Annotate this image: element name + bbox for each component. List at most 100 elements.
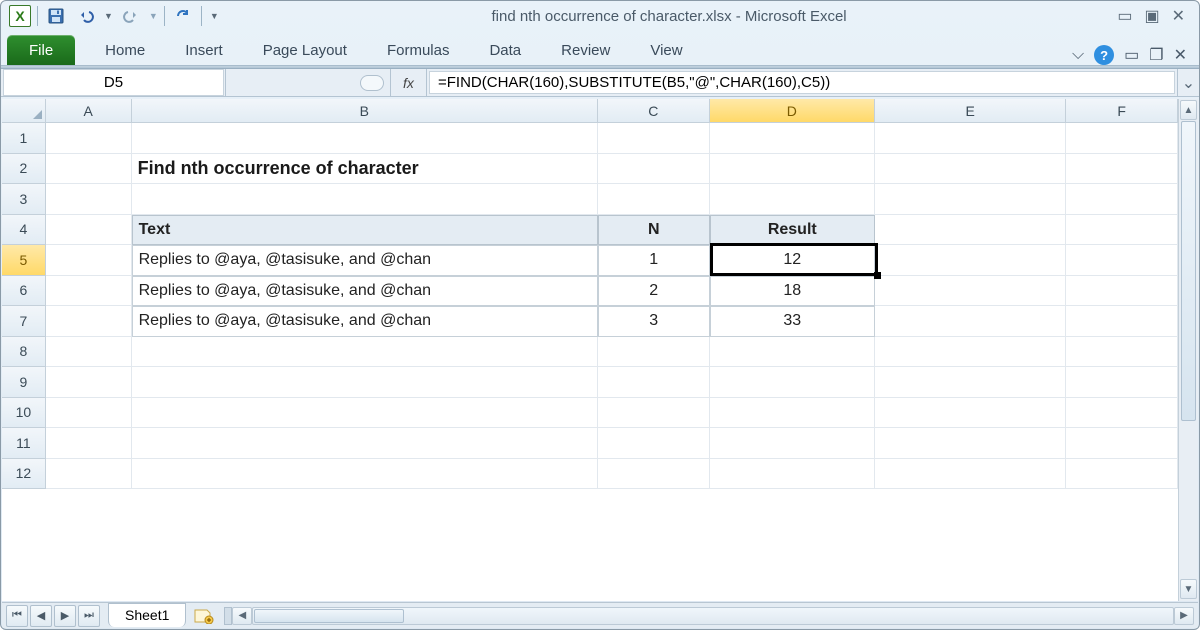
- cell-B6[interactable]: Replies to @aya, @tasisuke, and @chan: [132, 276, 598, 307]
- cell-F11[interactable]: [1066, 428, 1178, 459]
- sheet-nav-first-icon[interactable]: ⏮: [6, 605, 28, 627]
- formula-expand-icon[interactable]: ⌄: [1177, 69, 1199, 96]
- cell-D10[interactable]: [710, 398, 875, 429]
- cell-B10[interactable]: [132, 398, 598, 429]
- cell-D2[interactable]: [710, 154, 875, 185]
- fx-label[interactable]: fx: [391, 69, 427, 96]
- scroll-left-icon[interactable]: ◀: [232, 607, 252, 625]
- cell-F3[interactable]: [1066, 184, 1178, 215]
- row-header[interactable]: 8: [2, 337, 46, 368]
- cell-D3[interactable]: [710, 184, 875, 215]
- cell-D5[interactable]: 12: [710, 245, 875, 276]
- cell-D4[interactable]: Result: [710, 215, 875, 246]
- cell-A9[interactable]: [46, 367, 132, 398]
- cell-A1[interactable]: [46, 123, 132, 154]
- row-header[interactable]: 5: [2, 245, 46, 276]
- cell-B9[interactable]: [132, 367, 598, 398]
- cell-E9[interactable]: [875, 367, 1066, 398]
- row-header[interactable]: 2: [2, 154, 46, 185]
- col-header-a[interactable]: A: [46, 99, 132, 122]
- workbook-close-icon[interactable]: ✕: [1174, 45, 1187, 65]
- scroll-up-icon[interactable]: ▲: [1180, 100, 1197, 120]
- select-all-corner[interactable]: [2, 99, 46, 122]
- cancel-formula-icon[interactable]: [360, 75, 384, 91]
- cell-C7[interactable]: 3: [598, 306, 710, 337]
- row-header[interactable]: 1: [2, 123, 46, 154]
- col-header-c[interactable]: C: [598, 99, 710, 122]
- cell-F9[interactable]: [1066, 367, 1178, 398]
- redo-dropdown-icon[interactable]: ▼: [149, 11, 158, 21]
- cell-E8[interactable]: [875, 337, 1066, 368]
- cell-A2[interactable]: [46, 154, 132, 185]
- cell-D6[interactable]: 18: [710, 276, 875, 307]
- cell-A7[interactable]: [46, 306, 132, 337]
- tab-page-layout[interactable]: Page Layout: [243, 35, 367, 65]
- row-header[interactable]: 4: [2, 215, 46, 246]
- scroll-right-icon[interactable]: ▶: [1174, 607, 1194, 625]
- cell-C12[interactable]: [598, 459, 710, 490]
- formula-input[interactable]: [429, 71, 1175, 94]
- cell-D7[interactable]: 33: [710, 306, 875, 337]
- cell-C9[interactable]: [598, 367, 710, 398]
- worksheet-grid[interactable]: A B C D E F 12Find nth occurrence of cha…: [2, 99, 1178, 601]
- cell-D8[interactable]: [710, 337, 875, 368]
- cell-E11[interactable]: [875, 428, 1066, 459]
- hscroll-thumb[interactable]: [254, 609, 404, 623]
- refresh-icon[interactable]: [171, 5, 195, 27]
- cell-E7[interactable]: [875, 306, 1066, 337]
- row-header[interactable]: 3: [2, 184, 46, 215]
- cell-E5[interactable]: [875, 245, 1066, 276]
- tab-review[interactable]: Review: [541, 35, 630, 65]
- ribbon-minimize-icon[interactable]: ⌵: [1072, 46, 1084, 64]
- cell-A8[interactable]: [46, 337, 132, 368]
- tab-data[interactable]: Data: [469, 35, 541, 65]
- undo-button[interactable]: [74, 5, 98, 27]
- cell-B3[interactable]: [132, 184, 598, 215]
- sheet-tab-sheet1[interactable]: Sheet1: [108, 603, 186, 627]
- cell-C2[interactable]: [598, 154, 710, 185]
- cell-F7[interactable]: [1066, 306, 1178, 337]
- cell-A3[interactable]: [46, 184, 132, 215]
- col-header-b[interactable]: B: [132, 99, 598, 122]
- workbook-restore-icon[interactable]: ❐: [1149, 45, 1163, 65]
- cell-A11[interactable]: [46, 428, 132, 459]
- hscroll-track[interactable]: [252, 607, 1174, 625]
- cell-A12[interactable]: [46, 459, 132, 490]
- cell-F5[interactable]: [1066, 245, 1178, 276]
- col-header-d[interactable]: D: [710, 99, 875, 122]
- cell-B7[interactable]: Replies to @aya, @tasisuke, and @chan: [132, 306, 598, 337]
- cell-E2[interactable]: [875, 154, 1066, 185]
- hscroll-splitter[interactable]: [224, 607, 232, 625]
- cell-B4[interactable]: Text: [132, 215, 598, 246]
- cell-B5[interactable]: Replies to @aya, @tasisuke, and @chan: [132, 245, 598, 276]
- cell-F2[interactable]: [1066, 154, 1178, 185]
- maximize-button[interactable]: ▣: [1144, 6, 1159, 26]
- cell-F10[interactable]: [1066, 398, 1178, 429]
- cell-F12[interactable]: [1066, 459, 1178, 490]
- cell-C8[interactable]: [598, 337, 710, 368]
- tab-formulas[interactable]: Formulas: [367, 35, 470, 65]
- cell-D9[interactable]: [710, 367, 875, 398]
- row-header[interactable]: 9: [2, 367, 46, 398]
- name-box-input[interactable]: [3, 69, 224, 96]
- col-header-f[interactable]: F: [1066, 99, 1178, 122]
- row-header[interactable]: 10: [2, 398, 46, 429]
- row-header[interactable]: 11: [2, 428, 46, 459]
- tab-view[interactable]: View: [630, 35, 702, 65]
- cell-D11[interactable]: [710, 428, 875, 459]
- cell-C6[interactable]: 2: [598, 276, 710, 307]
- cell-A6[interactable]: [46, 276, 132, 307]
- sheet-nav-next-icon[interactable]: ▶: [54, 605, 76, 627]
- cell-E1[interactable]: [875, 123, 1066, 154]
- cell-E6[interactable]: [875, 276, 1066, 307]
- redo-button[interactable]: [119, 5, 143, 27]
- file-tab[interactable]: File: [7, 35, 75, 65]
- cell-A4[interactable]: [46, 215, 132, 246]
- scroll-down-icon[interactable]: ▼: [1180, 579, 1197, 599]
- cell-E10[interactable]: [875, 398, 1066, 429]
- minimize-button[interactable]: ▭: [1117, 6, 1132, 26]
- cell-C10[interactable]: [598, 398, 710, 429]
- vscroll-thumb[interactable]: [1181, 121, 1196, 421]
- cell-C3[interactable]: [598, 184, 710, 215]
- cell-C11[interactable]: [598, 428, 710, 459]
